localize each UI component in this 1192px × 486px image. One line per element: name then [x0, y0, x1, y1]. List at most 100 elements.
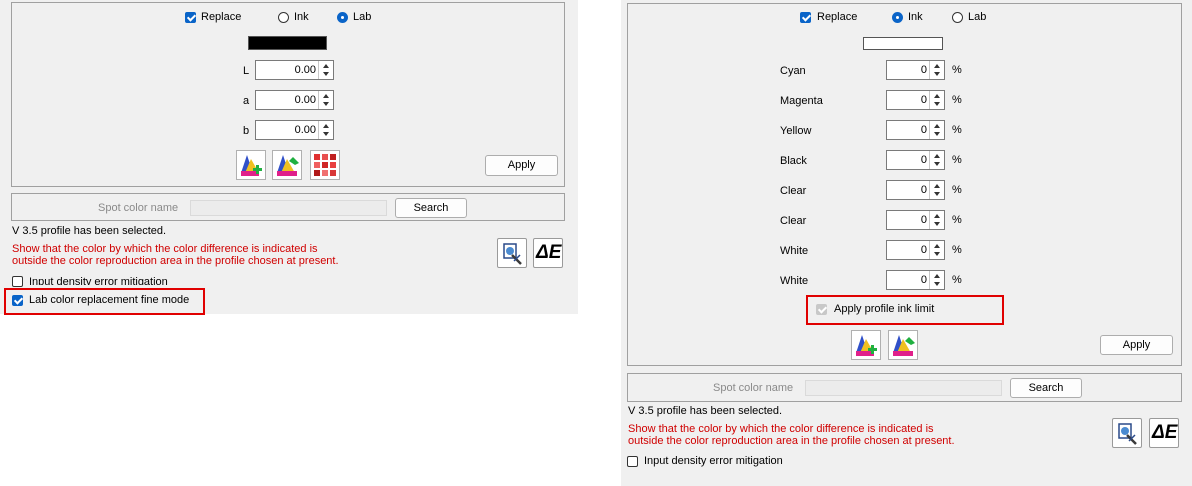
ink-arrows-white-1[interactable]: [929, 241, 944, 259]
ink-arrows-white-2[interactable]: [929, 271, 944, 289]
ink-arrows-yellow[interactable]: [929, 121, 944, 139]
lab-radio-label: Lab: [353, 11, 372, 23]
profile-edit-icon[interactable]: [272, 150, 302, 180]
fine-mode-checkbox[interactable]: [12, 295, 23, 306]
left-spot-label: Spot color name: [98, 202, 179, 214]
profile-add-icon[interactable]: [236, 150, 266, 180]
right-ink-label: Ink: [908, 11, 923, 23]
ink-label-cyan: Cyan: [780, 65, 806, 77]
ink-spinbox-yellow[interactable]: 0: [886, 120, 945, 140]
ink-arrows-black[interactable]: [929, 151, 944, 169]
ink-unit-black: %: [952, 154, 962, 166]
left-apply-button[interactable]: Apply: [485, 155, 558, 176]
ink-unit-white-1: %: [952, 244, 962, 256]
ink-arrows-clear-2[interactable]: [929, 211, 944, 229]
replace-label: Replace: [201, 11, 242, 23]
right-lab-radio[interactable]: [952, 12, 963, 23]
color-grid-icon[interactable]: [310, 150, 340, 180]
ink-unit-clear-2: %: [952, 214, 962, 226]
profile-inspect-icon[interactable]: [497, 238, 527, 268]
delta-e-icon[interactable]: ΔE: [533, 238, 563, 268]
ink-label-magenta: Magenta: [780, 95, 823, 107]
l-value: 0.00: [294, 64, 316, 76]
right-warning-line2: outside the color reproduction area in t…: [628, 435, 955, 447]
ink-radio[interactable]: [278, 12, 289, 23]
l-label: L: [243, 65, 250, 77]
a-value: 0.00: [294, 94, 316, 106]
ink-spinbox-white-2[interactable]: 0: [886, 270, 945, 290]
ink-unit-cyan: %: [952, 64, 962, 76]
ink-limit-checkbox[interactable]: [816, 304, 827, 315]
a-spinbox[interactable]: 0.00: [255, 90, 334, 110]
right-apply-button[interactable]: Apply: [1100, 335, 1173, 355]
lab-radio[interactable]: [337, 12, 348, 23]
left-density-label: Input density error mitigation: [29, 276, 168, 285]
right-search-button[interactable]: Search: [1010, 378, 1082, 398]
right-replace-label: Replace: [817, 11, 858, 23]
ink-unit-magenta: %: [952, 94, 962, 106]
right-spot-input[interactable]: [805, 380, 1002, 396]
ink-label-black: Black: [780, 155, 807, 167]
ink-arrows-clear-1[interactable]: [929, 181, 944, 199]
right-lab-label: Lab: [968, 11, 987, 23]
ink-unit-yellow: %: [952, 124, 962, 136]
left-warning-line2: outside the color reproduction area in t…: [12, 255, 339, 267]
fine-mode-label: Lab color replacement fine mode: [29, 294, 190, 306]
b-label: b: [243, 125, 250, 137]
left-density-checkbox[interactable]: [12, 276, 23, 287]
b-spin-arrows[interactable]: [318, 121, 333, 139]
ink-value-white-1: 0: [920, 244, 927, 256]
ink-value-yellow: 0: [920, 124, 927, 136]
ink-spinbox-black[interactable]: 0: [886, 150, 945, 170]
ink-value-clear-2: 0: [920, 214, 927, 226]
ink-label-yellow: Yellow: [780, 125, 812, 137]
right-delta-e-icon[interactable]: ΔE: [1149, 418, 1179, 448]
ink-value-black: 0: [920, 154, 927, 166]
b-spinbox[interactable]: 0.00: [255, 120, 334, 140]
left-status-text: V 3.5 profile has been selected.: [12, 225, 167, 237]
right-ink-radio[interactable]: [892, 12, 903, 23]
ink-value-magenta: 0: [920, 94, 927, 106]
ink-spinbox-clear-2[interactable]: 0: [886, 210, 945, 230]
right-replace-checkbox[interactable]: [800, 12, 811, 23]
ink-radio-label: Ink: [294, 11, 309, 23]
ink-label-clear-2: Clear: [780, 215, 807, 227]
a-spin-arrows[interactable]: [318, 91, 333, 109]
a-label: a: [243, 95, 250, 107]
ink-spinbox-white-1[interactable]: 0: [886, 240, 945, 260]
ink-spinbox-magenta[interactable]: 0: [886, 90, 945, 110]
ink-value-white-2: 0: [920, 274, 927, 286]
right-profile-add-icon[interactable]: [851, 330, 881, 360]
ink-spinbox-cyan[interactable]: 0: [886, 60, 945, 80]
ink-label-white-1: White: [780, 245, 809, 257]
right-status-text: V 3.5 profile has been selected.: [628, 405, 783, 417]
ink-unit-clear-1: %: [952, 184, 962, 196]
ink-spinbox-clear-1[interactable]: 0: [886, 180, 945, 200]
left-spot-input[interactable]: [190, 200, 387, 216]
ink-label-clear-1: Clear: [780, 185, 807, 197]
right-density-label: Input density error mitigation: [644, 455, 783, 467]
ink-limit-label: Apply profile ink limit: [834, 303, 935, 315]
ink-arrows-magenta[interactable]: [929, 91, 944, 109]
delta-e-text: ΔE: [536, 242, 562, 263]
right-profile-inspect-icon[interactable]: [1112, 418, 1142, 448]
right-spot-label: Spot color name: [713, 382, 794, 394]
color-swatch: [248, 36, 327, 50]
ink-label-white-2: White: [780, 275, 809, 287]
b-value: 0.00: [294, 124, 316, 136]
right-warning-line1: Show that the color by which the color d…: [628, 423, 934, 435]
left-warning-line1: Show that the color by which the color d…: [12, 243, 318, 255]
l-spin-arrows[interactable]: [318, 61, 333, 79]
right-panel: Replace Ink Lab Cyan 0 % Magenta 0 % Yel…: [621, 0, 1192, 486]
l-spinbox[interactable]: 0.00: [255, 60, 334, 80]
ink-value-clear-1: 0: [920, 184, 927, 196]
right-delta-e-text: ΔE: [1152, 422, 1178, 443]
replace-checkbox[interactable]: [185, 12, 196, 23]
left-search-button[interactable]: Search: [395, 198, 467, 218]
right-color-swatch: [863, 37, 943, 50]
right-profile-edit-icon[interactable]: [888, 330, 918, 360]
ink-arrows-cyan[interactable]: [929, 61, 944, 79]
ink-value-cyan: 0: [920, 64, 927, 76]
left-panel: Replace Ink Lab L 0.00 a 0.00 b 0.00 App…: [0, 0, 578, 315]
right-density-checkbox[interactable]: [627, 456, 638, 467]
